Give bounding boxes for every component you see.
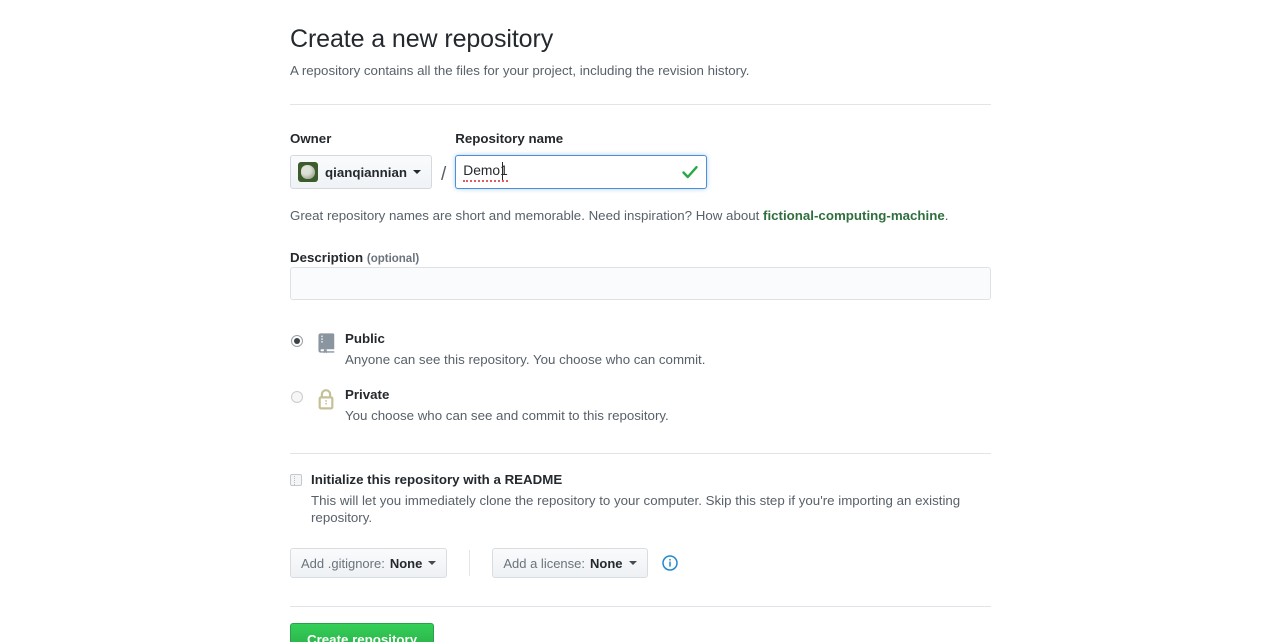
description-input[interactable]: [290, 267, 991, 300]
lock-icon: [315, 386, 341, 415]
page-subtitle: A repository contains all the files for …: [290, 63, 750, 78]
repository-name-input[interactable]: [455, 155, 708, 189]
repo-icon: [315, 330, 341, 359]
visibility-public-title: Public: [345, 331, 385, 346]
create-repository-page: Create a new repository A repository con…: [0, 0, 1284, 642]
description-optional-text: (optional): [366, 253, 420, 265]
repository-name-hint: Great repository names are short and mem…: [290, 189, 991, 224]
gitignore-group: Add .gitignore: None: [290, 548, 448, 578]
owner-field: Owner qianqiannian: [290, 131, 433, 189]
description-label-text: Description: [290, 250, 364, 265]
avatar: [298, 162, 318, 182]
license-dropdown[interactable]: Add a license: None: [492, 548, 648, 578]
hint-prefix: Great repository names are short and mem…: [290, 208, 764, 223]
description-label: Description (optional): [290, 250, 419, 265]
chevron-down-icon: [628, 561, 637, 565]
radio-private[interactable]: [291, 391, 303, 403]
readme-checkbox[interactable]: [290, 473, 302, 486]
repository-name-field: Repository name Demo1: [455, 131, 708, 189]
owner-name-separator: /: [441, 164, 447, 185]
visibility-options: Public Anyone can see this repository. Y…: [290, 300, 991, 425]
visibility-private-description: You choose who can see and commit to thi…: [345, 408, 669, 423]
page-title: Create a new repository: [290, 25, 554, 53]
submit-section: Create repository: [290, 607, 991, 642]
text-cursor: [502, 162, 504, 180]
options-separator: [469, 550, 471, 576]
owner-label: Owner: [290, 131, 332, 146]
info-icon[interactable]: [661, 555, 678, 571]
visibility-option-public[interactable]: Public Anyone can see this repository. Y…: [290, 330, 991, 369]
visibility-public-text: Public Anyone can see this repository. Y…: [341, 330, 705, 369]
gitignore-dropdown[interactable]: Add .gitignore: None: [290, 548, 448, 578]
create-repository-button[interactable]: Create repository: [290, 623, 435, 642]
gitignore-value: None: [389, 555, 423, 571]
chevron-down-icon: [428, 561, 437, 565]
owner-name: qianqiannian: [325, 164, 408, 180]
license-value: None: [590, 555, 623, 571]
license-prefix: Add a license:: [503, 555, 586, 571]
visibility-private-title: Private: [345, 387, 390, 402]
suggested-name-link[interactable]: fictional-computing-machine: [763, 208, 945, 223]
create-repository-form: Create a new repository A repository con…: [290, 0, 991, 642]
template-options-row: Add .gitignore: None Add a license: None: [290, 526, 991, 578]
owner-and-name-row: Owner qianqiannian / Repository name Dem…: [290, 105, 991, 189]
readme-label[interactable]: Initialize this repository with a README: [311, 472, 562, 487]
hint-suffix: .: [944, 208, 949, 223]
visibility-private-text: Private You choose who can see and commi…: [341, 386, 669, 425]
readme-row[interactable]: Initialize this repository with a README: [290, 472, 991, 487]
readme-section: Initialize this repository with a README…: [290, 454, 991, 526]
visibility-option-private[interactable]: Private You choose who can see and commi…: [290, 386, 991, 425]
license-group: Add a license: None: [492, 548, 678, 578]
gitignore-prefix: Add .gitignore:: [301, 555, 385, 571]
chevron-down-icon: [413, 170, 422, 174]
readme-description: This will let you immediately clone the …: [311, 493, 961, 525]
radio-public[interactable]: [291, 335, 303, 347]
visibility-public-description: Anyone can see this repository. You choo…: [345, 352, 706, 367]
description-field: Description (optional): [290, 224, 991, 300]
repository-name-label: Repository name: [455, 131, 564, 146]
owner-dropdown[interactable]: qianqiannian: [290, 155, 433, 189]
